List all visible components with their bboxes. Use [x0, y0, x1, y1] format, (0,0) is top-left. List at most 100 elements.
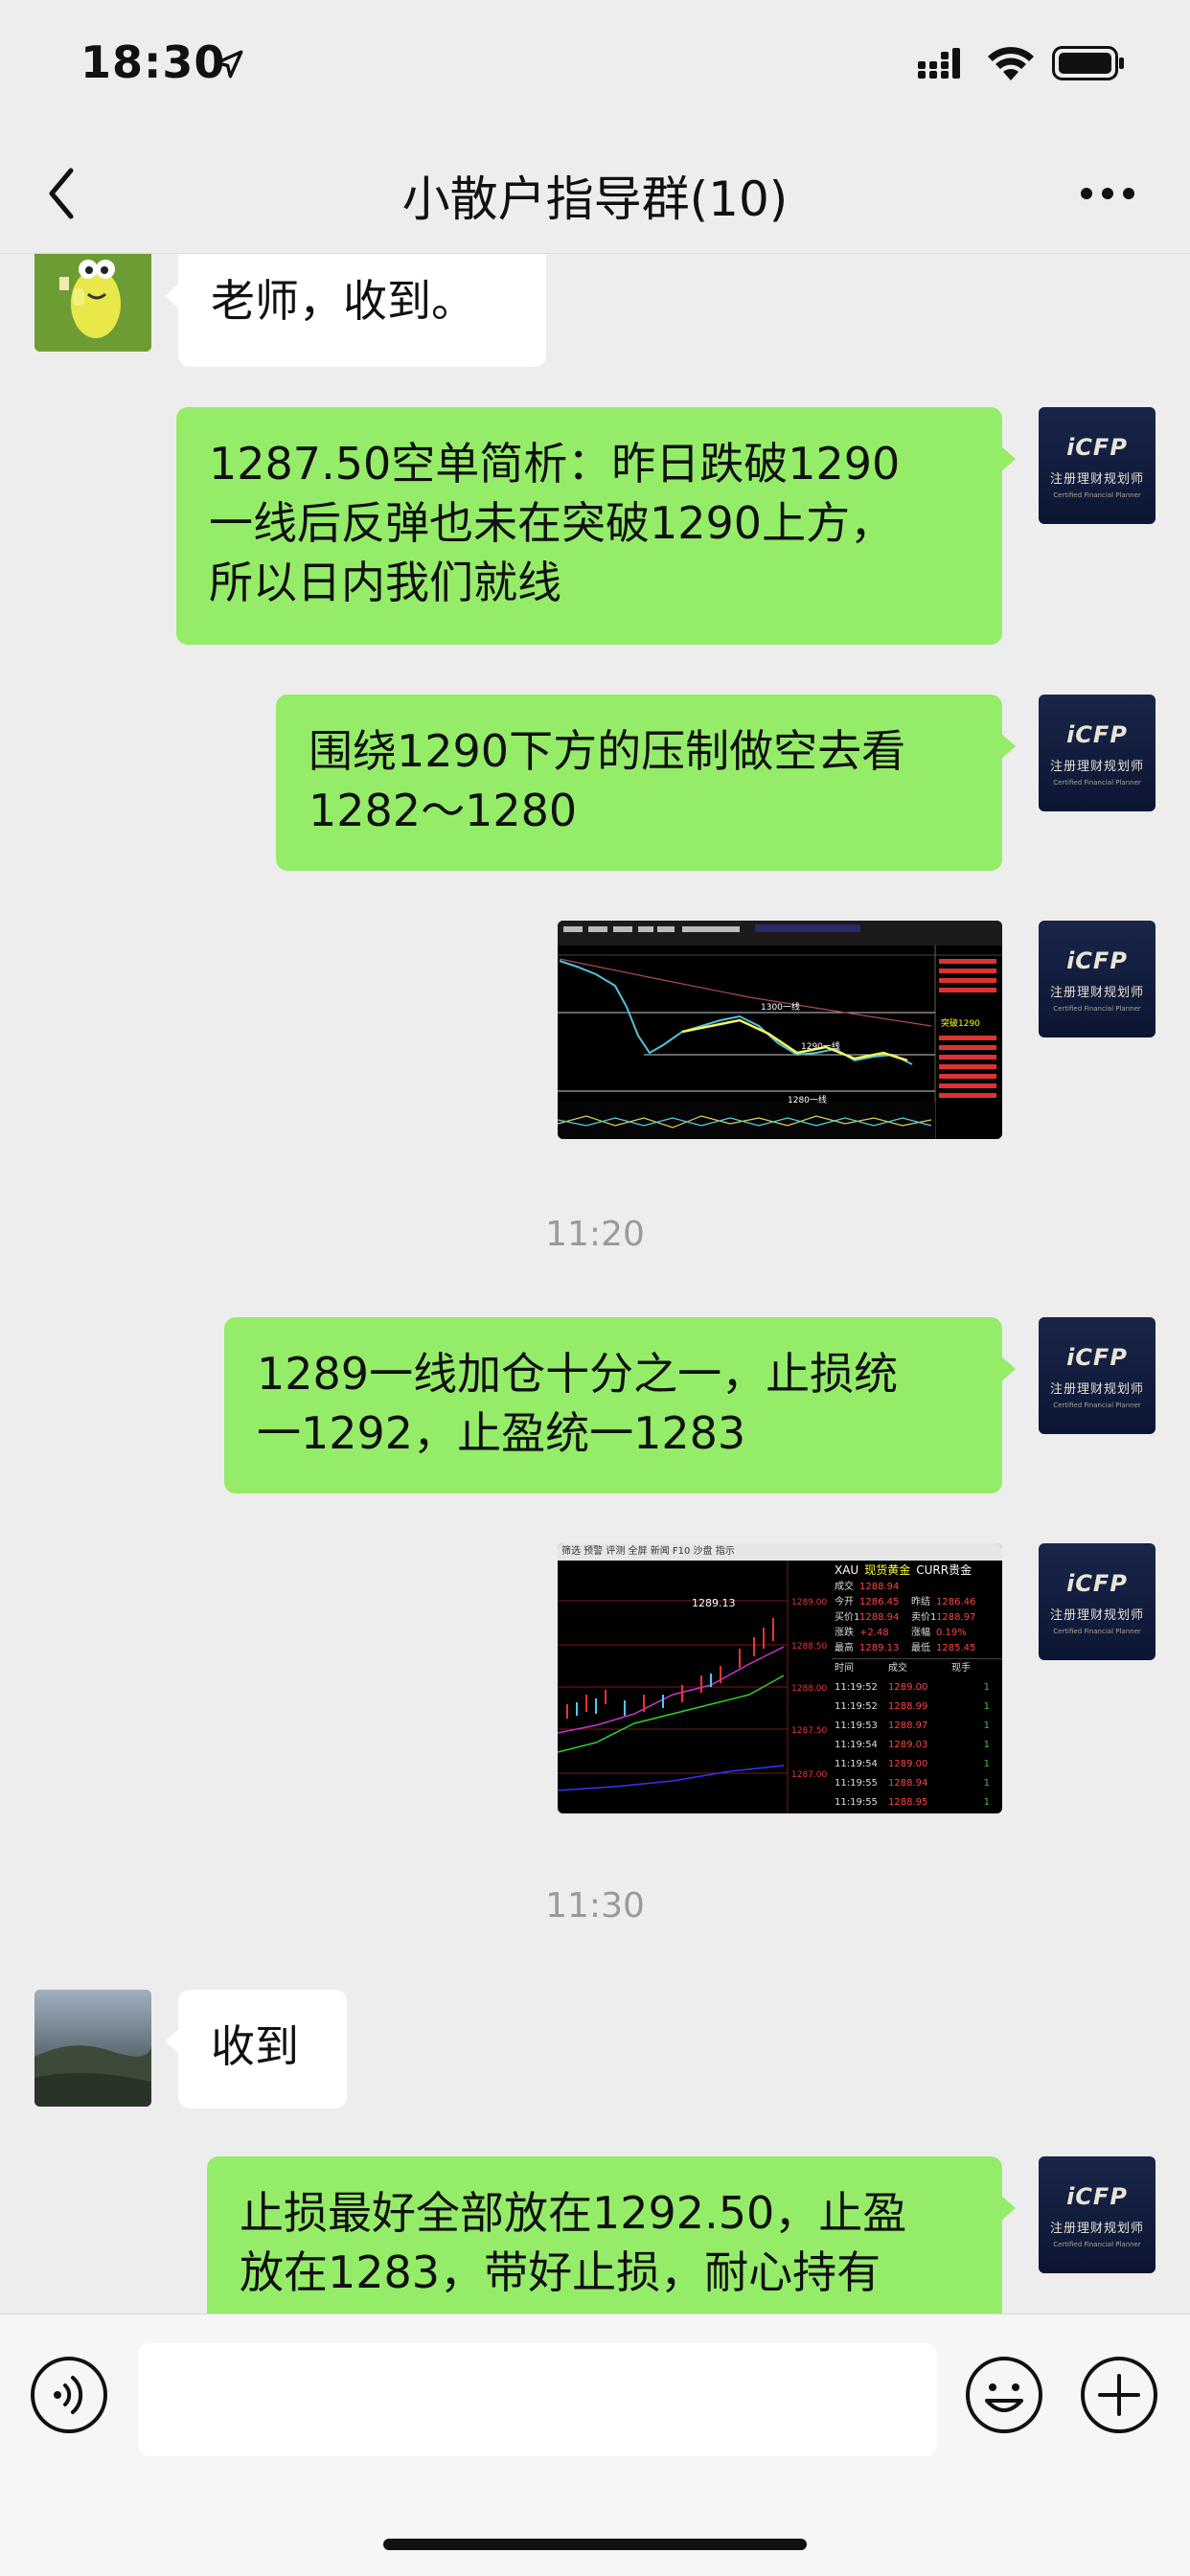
chart-label-1300: 1300一线 — [761, 1001, 800, 1013]
home-indicator — [383, 2539, 807, 2550]
trade-cell: 1 — [983, 1740, 990, 1750]
quote-cell: 昨结 — [911, 1597, 930, 1607]
trade-cell: 11:19:54 — [835, 1759, 878, 1769]
sender-avatar-icfp[interactable]: iCFP 注册理财规划师 Certified Financial Planner — [1039, 921, 1156, 1037]
y-tick: 1288.00 — [791, 1684, 827, 1694]
trade-cell: 1 — [983, 1701, 990, 1712]
quote-image-message[interactable]: 筛选 预警 评测 全屏 新闻 F10 沙盘 指示 1289.13 1289.00… — [558, 1543, 1002, 1813]
message-bubble-received[interactable]: 收到 — [165, 1990, 347, 2109]
icfp-logo: iCFP — [1066, 947, 1128, 974]
message-bubble-sent[interactable]: 1287.50空单简析：昨日跌破1290 一线后反弹也未在突破1290上方， 所… — [176, 407, 1016, 645]
quote-cell: 1289.13 — [859, 1643, 900, 1653]
quote-row: 涨跌 +2.48 涨幅 0.19% — [832, 1626, 1002, 1641]
message-bubble-received[interactable]: 老师，收到。 — [165, 254, 546, 367]
sender-avatar-icfp[interactable]: iCFP 注册理财规划师 Certified Financial Planner — [1039, 1543, 1156, 1660]
quote-header-cell: CURR贵金 — [916, 1563, 973, 1577]
icfp-cn-text: 注册理财规划师 — [1049, 472, 1144, 487]
trade-cell: 11:19:55 — [835, 1778, 878, 1789]
quote-cell — [936, 1580, 990, 1595]
y-tick: 1289.00 — [791, 1598, 827, 1607]
navigation-bar: 小散户指导群(10) — [0, 134, 1190, 254]
icfp-en-text: Certified Financial Planner — [1053, 1005, 1141, 1013]
chart-label-break: 突破1290 — [941, 1017, 980, 1029]
trade-cell: 1288.97 — [888, 1721, 928, 1731]
sender-avatar-cartoon[interactable] — [34, 254, 151, 352]
trade-header-cell: 现手 — [951, 1663, 971, 1674]
icfp-cn-text: 注册理财规划师 — [1049, 986, 1144, 1000]
chart-label-1290: 1290一线 — [801, 1040, 840, 1052]
trade-row: 11:19:55 1288.95 1 — [832, 1793, 1002, 1812]
icfp-en-text: Certified Financial Planner — [1053, 779, 1141, 786]
message-line: 1289一线加仓十分之一，止损统 — [257, 1348, 899, 1400]
quote-cell — [911, 1580, 934, 1595]
icfp-cn-text: 注册理财规划师 — [1049, 1608, 1144, 1623]
message-line: 一线后反弹也未在突破1290上方， — [209, 497, 895, 549]
quote-header-cell: XAU — [835, 1563, 859, 1577]
trade-row: 11:19:52 1288.99 1 — [832, 1698, 1002, 1717]
add-more-icon[interactable] — [1079, 2355, 1159, 2435]
quote-row: 今开 1286.45 昨结 1286.46 — [832, 1595, 1002, 1610]
message-line: 一1292，止盈统一1283 — [257, 1407, 746, 1459]
message-line: 放在1283，带好止损，耐心持有 — [240, 2246, 881, 2298]
message-bubble-sent[interactable]: 止损最好全部放在1292.50，止盈 放在1283，带好止损，耐心持有 — [207, 2156, 1016, 2314]
message-line: 所以日内我们就线 — [209, 557, 561, 608]
message-line: 止损最好全部放在1292.50，止盈 — [240, 2187, 907, 2239]
y-tick: 1287.00 — [791, 1770, 827, 1780]
quote-cell: 卖价1 — [911, 1612, 937, 1623]
quote-cell: +2.48 — [859, 1628, 889, 1638]
message-input[interactable] — [138, 2343, 937, 2456]
message-line: 1287.50空单简析：昨日跌破1290 — [209, 438, 901, 490]
icfp-en-text: Certified Financial Planner — [1053, 2241, 1141, 2248]
message-bubble-sent[interactable]: 1289一线加仓十分之一，止损统 一1292，止盈统一1283 — [224, 1317, 1016, 1493]
timestamp: 11:30 — [545, 1886, 645, 1926]
trade-header-cell: 时间 — [835, 1663, 854, 1674]
chat-message-list[interactable]: 老师，收到。 iCFP 注册理财规划师 Certified Financial … — [0, 254, 1190, 2314]
trade-cell: 1 — [983, 1778, 990, 1789]
trade-row: 11:19:54 1289.00 1 — [832, 1755, 1002, 1774]
sender-avatar-icfp[interactable]: iCFP 注册理财规划师 Certified Financial Planner — [1039, 695, 1156, 811]
trade-cell: 11:19:52 — [835, 1682, 878, 1693]
chart-menu-bar: 筛选 预警 评测 全屏 新闻 F10 沙盘 指示 — [558, 1543, 1002, 1561]
icfp-en-text: Certified Financial Planner — [1053, 1402, 1141, 1409]
quote-cell: 1286.46 — [936, 1597, 976, 1607]
trade-row: 11:19:55 1288.94 1 — [832, 1774, 1002, 1793]
quote-cell: 买价1 — [835, 1612, 860, 1623]
sender-avatar-icfp[interactable]: iCFP 注册理财规划师 Certified Financial Planner — [1039, 2156, 1156, 2273]
sender-avatar-landscape[interactable] — [34, 1990, 151, 2107]
trade-cell: 1 — [983, 1797, 990, 1808]
voice-input-icon[interactable] — [29, 2355, 109, 2435]
message-bubble-sent[interactable]: 围绕1290下方的压制做空去看 1282～1280 — [276, 695, 1016, 871]
icfp-logo: iCFP — [1066, 2183, 1128, 2210]
trade-header: 时间 成交 现手 — [832, 1658, 1002, 1678]
quote-cell: 0.19% — [936, 1628, 967, 1638]
quote-cell: 1286.45 — [859, 1597, 900, 1607]
quote-cell: 最高 — [835, 1643, 854, 1653]
quote-header: XAU 现货黄金 CURR贵金 — [832, 1561, 1002, 1580]
trade-cell: 1288.94 — [888, 1778, 928, 1789]
location-arrow-icon — [215, 50, 243, 79]
trade-row: 11:19:53 1288.97 1 — [832, 1717, 1002, 1736]
cartoon-character-icon — [34, 254, 151, 352]
sender-avatar-icfp[interactable]: iCFP 注册理财规划师 Certified Financial Planner — [1039, 407, 1156, 524]
emoji-icon[interactable] — [964, 2355, 1044, 2435]
chart-label-1280: 1280一线 — [788, 1094, 827, 1106]
trade-row: 11:19:52 1289.00 1 — [832, 1678, 1002, 1698]
trade-cell: 1 — [983, 1721, 990, 1731]
landscape-photo-icon — [34, 1990, 151, 2107]
more-options-icon[interactable] — [1079, 184, 1136, 203]
chart-image-message[interactable]: 1300一线 1290一线 1280一线 突破1290 — [558, 921, 1002, 1139]
sender-avatar-icfp[interactable]: iCFP 注册理财规划师 Certified Financial Planner — [1039, 1317, 1156, 1434]
status-bar: 18:30 — [0, 0, 1190, 134]
trade-cell: 11:19:52 — [835, 1701, 878, 1712]
quote-header-cell: 现货黄金 — [864, 1563, 911, 1577]
icfp-en-text: Certified Financial Planner — [1053, 1628, 1141, 1635]
icfp-logo: iCFP — [1066, 721, 1128, 748]
trade-header-cell: 成交 — [888, 1663, 907, 1674]
wifi-icon — [988, 47, 1034, 80]
quote-cell: 1288.94 — [859, 1582, 900, 1592]
quote-cell: 成交 — [835, 1582, 854, 1592]
message-line: 1282～1280 — [309, 785, 578, 836]
status-time: 18:30 — [80, 36, 226, 88]
icfp-en-text: Certified Financial Planner — [1053, 491, 1141, 499]
quote-row: 成交 1288.94 — [832, 1580, 1002, 1595]
